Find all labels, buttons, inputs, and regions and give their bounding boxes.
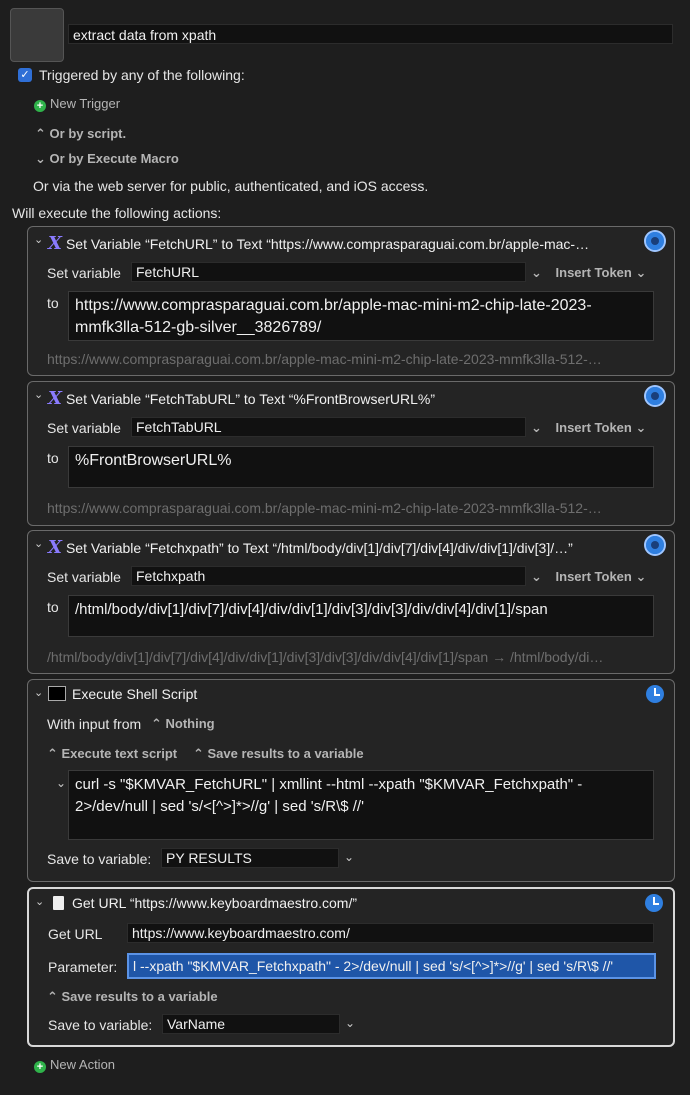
to-label: to xyxy=(47,599,59,615)
document-icon xyxy=(53,896,64,910)
results-mode-popup[interactable]: ⌃ Save results to a variable xyxy=(47,989,218,1005)
text-preview: https://www.comprasparaguai.com.br/apple… xyxy=(47,351,602,367)
web-server-note: Or via the web server for public, authen… xyxy=(33,178,429,194)
will-execute-label: Will execute the following actions: xyxy=(12,205,222,221)
triggered-checkbox[interactable]: ✓ xyxy=(18,68,32,82)
chevron-down-icon[interactable]: ⌄ xyxy=(34,388,43,401)
parameter-field[interactable]: l --xpath "$KMVAR_Fetchxpath" - 2>/dev/n… xyxy=(127,953,656,979)
triggered-label: Triggered by any of the following: xyxy=(39,67,245,83)
variable-name-field[interactable]: FetchURL xyxy=(131,262,526,282)
variable-x-icon: X xyxy=(48,388,62,409)
macro-name-field[interactable]: extract data from xpath xyxy=(68,24,673,44)
action-set-variable-fetchxpath[interactable]: ⌄ X Set Variable “Fetchxpath” to Text “/h… xyxy=(27,530,675,674)
chevron-down-icon[interactable]: ⌄ xyxy=(345,1016,355,1030)
text-value-field[interactable]: /html/body/div[1]/div[7]/div[4]/div/div[… xyxy=(68,595,654,637)
url-field[interactable]: https://www.keyboardmaestro.com/ xyxy=(127,923,654,943)
save-variable-field[interactable]: PY RESULTS xyxy=(161,848,339,868)
updown-icon: ⌃ xyxy=(35,126,46,141)
gear-icon[interactable] xyxy=(646,536,664,554)
action-title: X Set Variable “FetchURL” to Text “https:… xyxy=(48,233,590,254)
execute-mode-popup[interactable]: ⌃ Execute text script xyxy=(47,746,177,762)
with-input-popup[interactable]: ⌃ Nothing xyxy=(151,716,215,732)
chevron-down-icon[interactable]: ⌄ xyxy=(56,776,66,790)
chevron-down-icon: ⌄ xyxy=(35,151,46,166)
to-label: to xyxy=(47,450,59,466)
set-variable-label: Set variable xyxy=(47,265,121,281)
or-by-execute-macro-toggle[interactable]: ⌄ Or by Execute Macro xyxy=(35,151,179,167)
variable-x-icon: X xyxy=(48,537,62,558)
variable-x-icon: X xyxy=(48,233,62,254)
insert-token-menu[interactable]: ⌄ Insert Token ⌄ xyxy=(531,265,646,281)
parameter-label: Parameter: xyxy=(48,959,118,975)
to-label: to xyxy=(47,295,59,311)
save-to-variable-label: Save to variable: xyxy=(47,851,152,867)
set-variable-label: Set variable xyxy=(47,569,121,585)
action-title: Execute Shell Script xyxy=(48,686,197,702)
text-preview: /html/body/div[1]/div[7]/div[4]/div/div[… xyxy=(47,649,604,665)
chevron-down-icon[interactable]: ⌄ xyxy=(34,537,43,550)
clock-gear-icon[interactable] xyxy=(645,894,663,912)
terminal-icon xyxy=(48,686,66,701)
action-title: Get URL “https://www.keyboardmaestro.com… xyxy=(49,895,357,911)
chevron-down-icon[interactable]: ⌄ xyxy=(344,850,354,864)
with-input-label: With input from xyxy=(47,716,142,732)
chevron-down-icon[interactable]: ⌄ xyxy=(35,895,44,908)
action-title: X Set Variable “Fetchxpath” to Text “/htm… xyxy=(48,537,573,558)
save-variable-field[interactable]: VarName xyxy=(162,1014,340,1034)
text-value-field[interactable]: https://www.comprasparaguai.com.br/apple… xyxy=(68,291,654,341)
gear-icon[interactable] xyxy=(646,232,664,250)
results-mode-popup[interactable]: ⌃ Save results to a variable xyxy=(193,746,364,762)
or-by-script-toggle[interactable]: ⌃ Or by script. xyxy=(35,126,126,142)
text-preview: https://www.comprasparaguai.com.br/apple… xyxy=(47,500,602,516)
new-trigger-button[interactable]: + New Trigger xyxy=(34,96,120,112)
chevron-down-icon[interactable]: ⌄ xyxy=(34,233,43,246)
action-execute-shell-script[interactable]: ⌄ Execute Shell Script With input from ⌃… xyxy=(27,679,675,882)
set-variable-label: Set variable xyxy=(47,420,121,436)
clock-gear-icon[interactable] xyxy=(646,685,664,703)
script-text-field[interactable]: curl -s "$KMVAR_FetchURL" | xmllint --ht… xyxy=(68,770,654,840)
insert-token-menu[interactable]: ⌄ Insert Token ⌄ xyxy=(531,420,646,436)
action-title: X Set Variable “FetchTabURL” to Text “%Fr… xyxy=(48,388,436,409)
macro-icon[interactable] xyxy=(10,8,64,62)
save-to-variable-label: Save to variable: xyxy=(48,1017,153,1033)
chevron-down-icon[interactable]: ⌄ xyxy=(34,686,43,699)
variable-name-field[interactable]: FetchTabURL xyxy=(131,417,526,437)
action-set-variable-fetchurl[interactable]: ⌄ X Set Variable “FetchURL” to Text “http… xyxy=(27,226,675,376)
action-set-variable-fetchtaburl[interactable]: ⌄ X Set Variable “FetchTabURL” to Text “%… xyxy=(27,381,675,526)
plus-icon: + xyxy=(34,100,46,112)
variable-name-field[interactable]: Fetchxpath xyxy=(131,566,526,586)
new-action-button[interactable]: + New Action xyxy=(34,1057,115,1073)
insert-token-menu[interactable]: ⌄ Insert Token ⌄ xyxy=(531,569,646,585)
get-url-label: Get URL xyxy=(48,926,103,942)
gear-icon[interactable] xyxy=(646,387,664,405)
action-get-url[interactable]: ⌄ Get URL “https://www.keyboardmaestro.c… xyxy=(27,887,675,1047)
text-value-field[interactable]: %FrontBrowserURL% xyxy=(68,446,654,488)
plus-icon: + xyxy=(34,1061,46,1073)
